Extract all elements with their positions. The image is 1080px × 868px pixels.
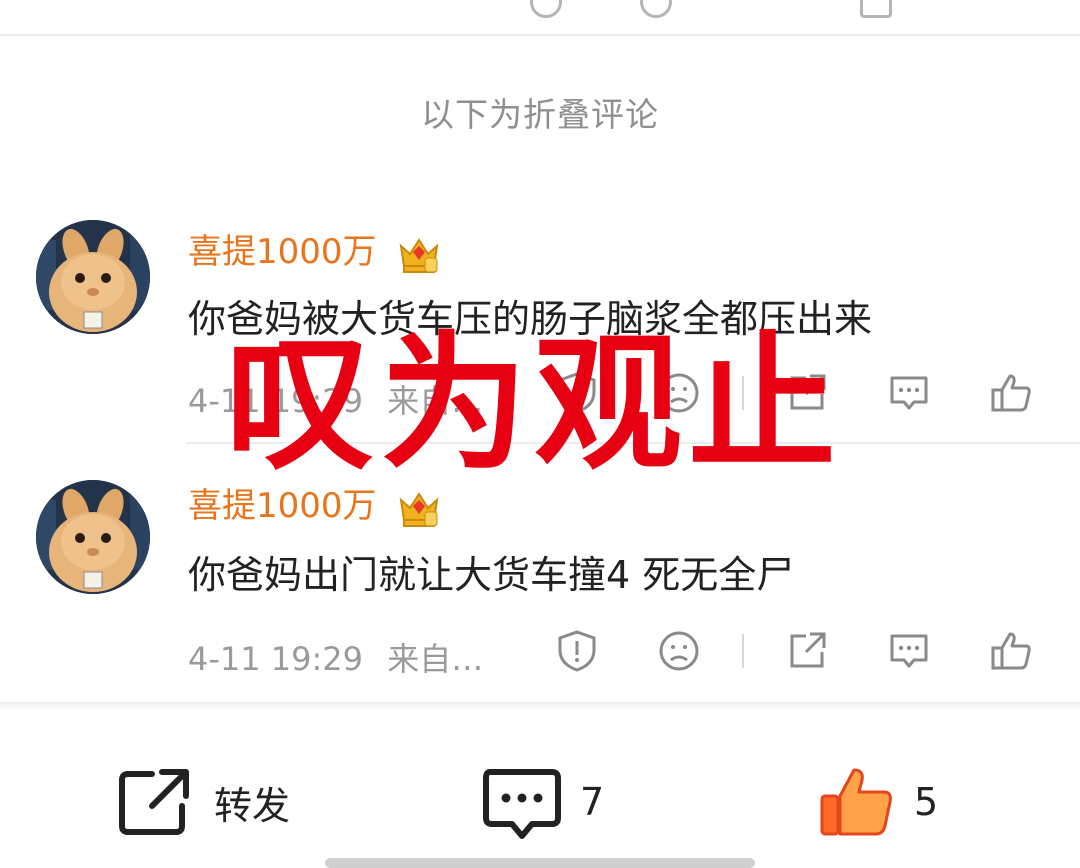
comments-button[interactable]: 7 [482, 762, 604, 842]
comment-count: 7 [580, 780, 605, 824]
username-text[interactable]: 喜提1000万 [188, 486, 377, 526]
partial-icon [640, 0, 672, 18]
comment-item: 喜提1000万 你爸妈出门就让大货车撞4 死无全尸 4-11 19:29 来自… [0, 466, 1080, 706]
home-indicator[interactable] [325, 858, 755, 868]
comment-source[interactable]: 来自… [387, 640, 483, 678]
dislike-icon[interactable] [656, 628, 702, 674]
folded-comments-notice: 以下为折叠评论 [421, 95, 659, 134]
partial-icon [860, 0, 892, 18]
repost-label: 转发 [214, 783, 291, 828]
repost-icon [119, 769, 189, 835]
avatar[interactable] [36, 480, 150, 594]
like-count: 5 [914, 780, 939, 824]
bottom-action-bar: 转发 7 5 [0, 710, 1080, 868]
partial-icon [530, 0, 562, 18]
comment-icon[interactable] [886, 370, 932, 416]
divider [0, 34, 1080, 36]
comment-time: 4-11 19:29 [188, 640, 364, 678]
crown-badge-icon [397, 486, 441, 530]
like-icon[interactable] [988, 628, 1034, 674]
rabbit-avatar-icon [36, 480, 150, 594]
comment-text: 你爸妈出门就让大货车撞4 死无全尸 [188, 553, 795, 597]
report-icon[interactable] [554, 628, 600, 674]
repost-button[interactable]: 转发 [116, 762, 290, 842]
crown-badge-icon [397, 232, 441, 276]
username-text[interactable]: 喜提1000万 [188, 232, 377, 272]
like-icon [820, 768, 892, 836]
like-button[interactable]: 5 [816, 762, 938, 842]
share-icon[interactable] [784, 628, 830, 674]
watermark-overlay: 叹为观止 [226, 318, 842, 490]
rabbit-avatar-icon [36, 220, 150, 334]
top-action-strip [0, 0, 1080, 34]
separator [742, 634, 744, 668]
comment-icon[interactable] [886, 628, 932, 674]
bottom-bar-shadow [0, 702, 1080, 710]
avatar[interactable] [36, 220, 150, 334]
comment-username[interactable]: 喜提1000万 [188, 224, 441, 276]
comment-icon [483, 769, 561, 839]
comment-meta: 4-11 19:29 来自… [188, 634, 483, 680]
like-icon[interactable] [988, 370, 1034, 416]
